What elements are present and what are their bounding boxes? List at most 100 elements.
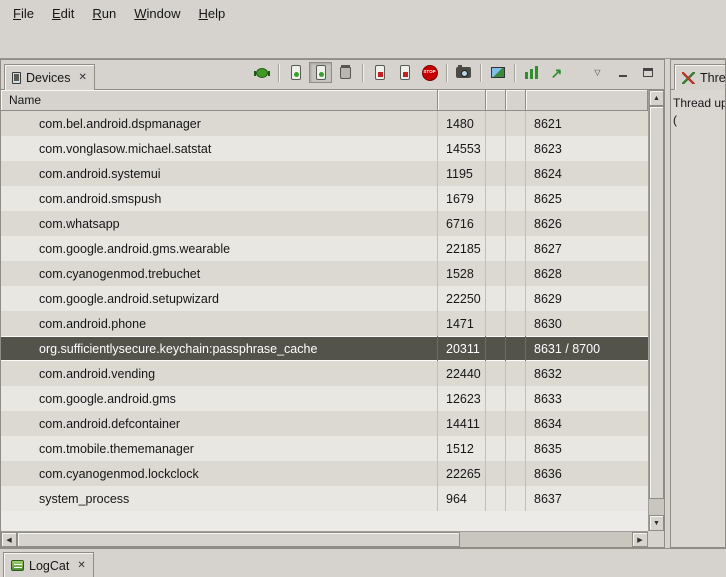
update-threads-icon[interactable]	[368, 62, 391, 83]
devices-toolbar: STOP ↗ ▽	[250, 62, 664, 83]
cell-blank	[486, 311, 506, 336]
cell-process-name: org.sufficientlysecure.keychain:passphra…	[1, 336, 438, 361]
close-icon[interactable]: ✕	[77, 560, 85, 571]
toolbar-separator	[362, 64, 363, 82]
cell-process-name: system_process	[1, 486, 438, 511]
table-row[interactable]: com.android.defcontainer 14411 8634	[1, 411, 648, 436]
vertical-scroll-thumb[interactable]	[649, 106, 664, 499]
table-row[interactable]: com.android.systemui 1195 8624	[1, 161, 648, 186]
cell-process-name: com.bel.android.dspmanager	[1, 111, 438, 136]
horizontal-scrollbar[interactable]: ◀ ▶	[1, 531, 648, 547]
cell-pid: 22440	[438, 361, 486, 386]
cell-process-name: com.android.systemui	[1, 161, 438, 186]
table-row[interactable]: com.whatsapp 6716 8626	[1, 211, 648, 236]
menu-edit[interactable]: Edit	[43, 3, 83, 24]
table-row[interactable]: com.google.android.gms.wearable 22185 86…	[1, 236, 648, 261]
table-row[interactable]: com.cyanogenmod.trebuchet 1528 8628	[1, 261, 648, 286]
cell-pid: 1528	[438, 261, 486, 286]
cell-pid: 12623	[438, 386, 486, 411]
cell-port: 8628	[526, 261, 648, 286]
table-row[interactable]: com.cyanogenmod.lockclock 22265 8636	[1, 461, 648, 486]
sysinfo-columns-icon[interactable]	[520, 62, 543, 83]
cell-blank	[506, 336, 526, 361]
main-area: Devices ✕ STOP ↗ ▽ Name com.bel.android.ds…	[0, 59, 726, 548]
cause-gc-icon[interactable]	[334, 62, 357, 83]
column-header-blank	[486, 90, 506, 111]
vertical-scroll-track[interactable]	[649, 106, 664, 515]
scroll-right-icon[interactable]: ▶	[632, 532, 648, 547]
cell-pid: 1679	[438, 186, 486, 211]
table-row[interactable]: com.vonglasow.michael.satstat 14553 8623	[1, 136, 648, 161]
view-menu-icon[interactable]: ▽	[586, 62, 609, 83]
menu-bar: File Edit Run Window Help	[0, 0, 726, 26]
menu-help[interactable]: Help	[189, 3, 234, 24]
table-row[interactable]: system_process 964 8637	[1, 486, 648, 511]
cell-port: 8621	[526, 111, 648, 136]
tab-devices[interactable]: Devices ✕	[4, 64, 95, 90]
table-row[interactable]: org.sufficientlysecure.keychain:passphra…	[1, 336, 648, 361]
minimize-icon[interactable]	[611, 62, 634, 83]
cell-port: 8634	[526, 411, 648, 436]
screen-capture-icon[interactable]	[452, 62, 475, 83]
table-row[interactable]: com.tmobile.thememanager 1512 8635	[1, 436, 648, 461]
stop-process-icon[interactable]: STOP	[418, 62, 441, 83]
debug-process-icon[interactable]	[250, 62, 273, 83]
screen-record-icon[interactable]	[486, 62, 509, 83]
threads-message-line: Thread up	[673, 95, 723, 112]
column-header-name[interactable]: Name	[1, 90, 438, 111]
update-heap-icon[interactable]	[284, 62, 307, 83]
vertical-scrollbar[interactable]: ▲ ▼	[648, 90, 664, 531]
cell-blank	[506, 186, 526, 211]
tab-devices-label: Devices	[26, 71, 70, 85]
bottom-tabbar: LogCat ✕	[0, 548, 726, 577]
cell-blank	[486, 186, 506, 211]
toolbar-separator	[480, 64, 481, 82]
cell-pid: 1512	[438, 436, 486, 461]
close-icon[interactable]: ✕	[78, 72, 86, 83]
method-profiling-icon[interactable]	[393, 62, 416, 83]
table-row[interactable]: com.android.smspush 1679 8625	[1, 186, 648, 211]
tab-logcat[interactable]: LogCat ✕	[3, 552, 94, 577]
dump-hprof-icon[interactable]	[309, 62, 332, 83]
network-stats-icon[interactable]: ↗	[545, 62, 568, 83]
cell-port: 8629	[526, 286, 648, 311]
cell-port: 8625	[526, 186, 648, 211]
cell-blank	[506, 211, 526, 236]
table-row[interactable]: com.google.android.gms 12623 8633	[1, 386, 648, 411]
cell-port: 8636	[526, 461, 648, 486]
cell-pid: 14411	[438, 411, 486, 436]
tab-logcat-label: LogCat	[29, 559, 69, 573]
table-row[interactable]: com.bel.android.dspmanager 1480 8621	[1, 111, 648, 136]
menu-run[interactable]: Run	[83, 3, 125, 24]
cell-blank	[486, 236, 506, 261]
scroll-left-icon[interactable]: ◀	[1, 532, 17, 547]
cell-port: 8627	[526, 236, 648, 261]
toolbar-separator	[278, 64, 279, 82]
scroll-down-icon[interactable]: ▼	[649, 515, 664, 531]
horizontal-scroll-track[interactable]	[17, 532, 632, 547]
cell-process-name: com.android.defcontainer	[1, 411, 438, 436]
menu-file[interactable]: File	[4, 3, 43, 24]
cell-blank	[506, 361, 526, 386]
cell-pid: 1480	[438, 111, 486, 136]
column-header-port	[526, 90, 648, 111]
maximize-icon[interactable]	[636, 62, 659, 83]
table-row[interactable]: com.google.android.setupwizard 22250 862…	[1, 286, 648, 311]
cell-pid: 1195	[438, 161, 486, 186]
table-row[interactable]: com.android.phone 1471 8630	[1, 311, 648, 336]
device-table: Name com.bel.android.dspmanager 1480 862…	[1, 90, 664, 531]
main-toolbar	[0, 26, 726, 59]
table-row[interactable]: com.android.vending 22440 8632	[1, 361, 648, 386]
cell-blank	[486, 136, 506, 161]
tab-threads[interactable]: Threads	[674, 64, 726, 90]
column-header-blank	[506, 90, 526, 111]
cell-pid: 22250	[438, 286, 486, 311]
cell-port: 8637	[526, 486, 648, 511]
devices-tabbar: Devices ✕ STOP ↗ ▽	[1, 60, 664, 90]
horizontal-scroll-thumb[interactable]	[17, 532, 460, 547]
menu-window[interactable]: Window	[125, 3, 189, 24]
scroll-up-icon[interactable]: ▲	[649, 90, 664, 106]
cell-port: 8631 / 8700	[526, 336, 648, 361]
cell-pid: 6716	[438, 211, 486, 236]
tab-threads-label: Threads	[700, 71, 726, 85]
